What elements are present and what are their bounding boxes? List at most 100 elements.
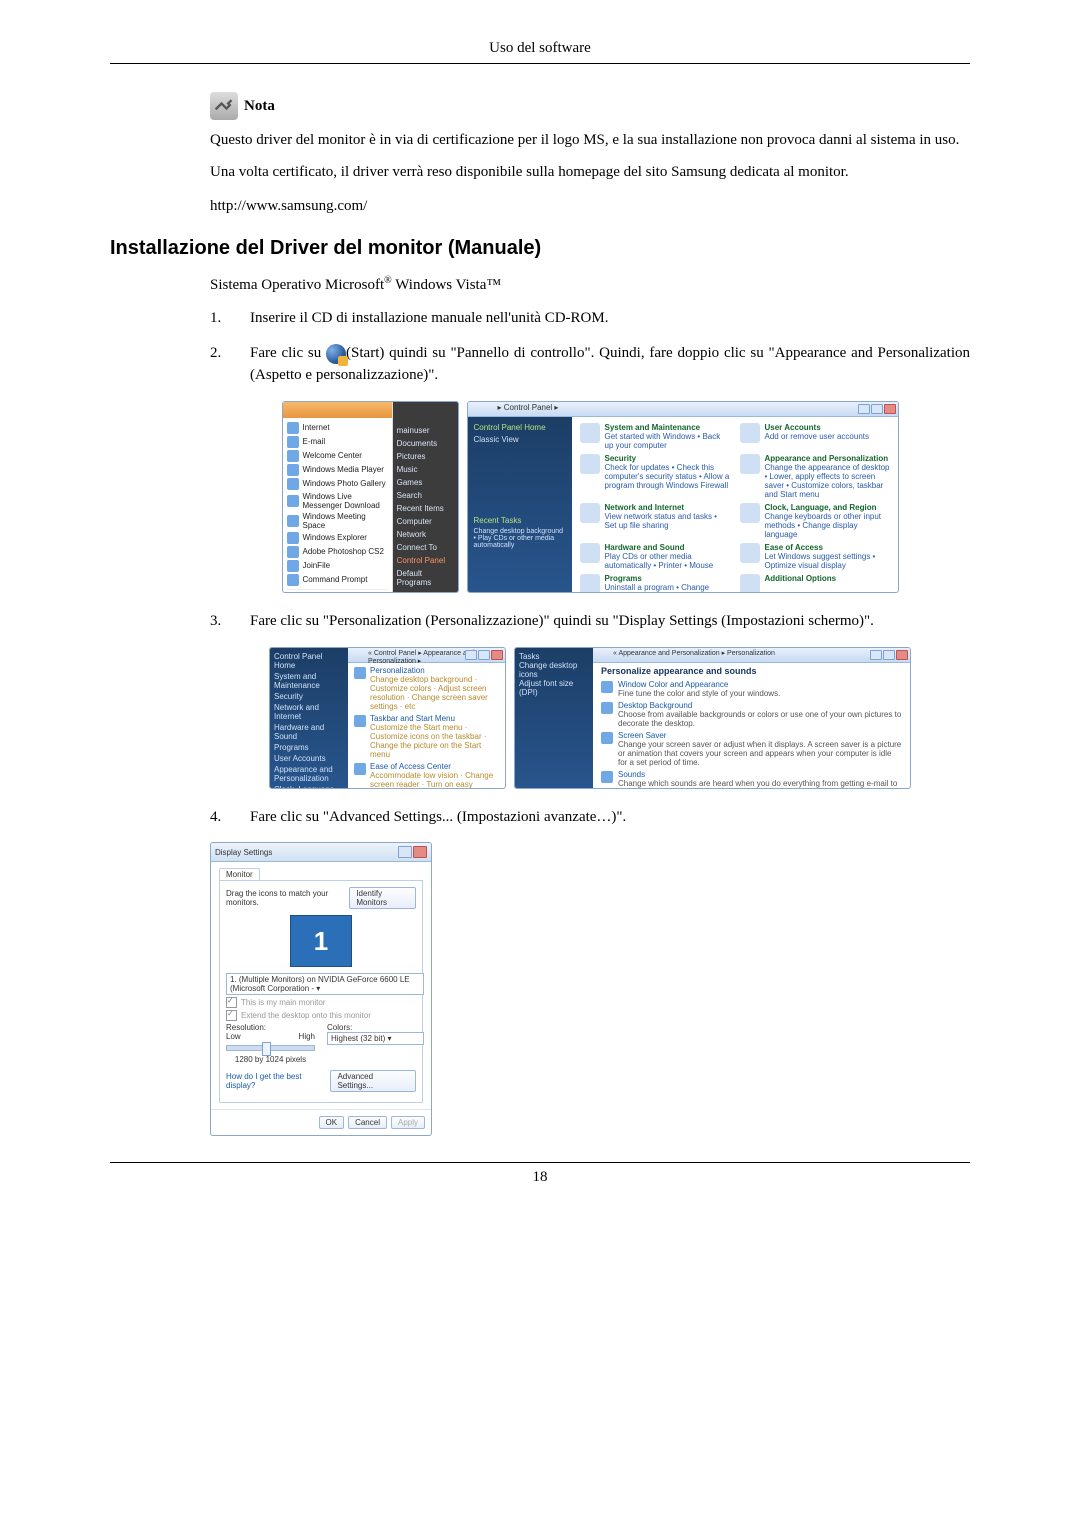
fig1-start-menu: InternetE-mailWelcome CenterWindows Medi…: [282, 401, 459, 593]
footer-rule: [110, 1162, 970, 1163]
res-high: High: [299, 1032, 315, 1041]
step-4-num: 4.: [210, 807, 230, 829]
identify-monitors-button[interactable]: Identify Monitors: [349, 887, 416, 909]
page-header: Uso del software: [110, 40, 970, 57]
ds-title: Display Settings: [215, 848, 272, 857]
appearance-side-item[interactable]: Programs: [274, 743, 344, 752]
resolution-label: Resolution:: [226, 1023, 315, 1032]
colors-dropdown[interactable]: Highest (32 bit) ▾: [327, 1032, 424, 1045]
start-menu-item[interactable]: E-mail: [287, 435, 388, 449]
start-right-item[interactable]: Default Programs: [397, 567, 454, 589]
start-right-item[interactable]: Games: [397, 476, 454, 489]
start-menu-item[interactable]: Command Prompt: [287, 573, 388, 587]
start-right-item[interactable]: Music: [397, 463, 454, 476]
cp-category[interactable]: Appearance and PersonalizationChange the…: [740, 454, 890, 499]
fig1-control-panel: ▸ Control Panel ▸ Control Panel Home Cla…: [467, 401, 899, 593]
step-2-pre: Fare clic su: [250, 345, 326, 361]
cp-classic: Classic View: [474, 435, 566, 444]
start-right-item[interactable]: Network: [397, 528, 454, 541]
appearance-side-item[interactable]: Security: [274, 692, 344, 701]
personalization-side-item[interactable]: Change desktop icons: [519, 661, 589, 679]
cp-category[interactable]: SecurityCheck for updates • Check this c…: [580, 454, 730, 499]
cp-category[interactable]: Network and InternetView network status …: [580, 503, 730, 539]
start-right-item[interactable]: Control Panel: [397, 554, 454, 567]
start-menu-item[interactable]: JoinFile: [287, 559, 388, 573]
registered-mark: ®: [384, 275, 392, 286]
monitor-dropdown[interactable]: 1. (Multiple Monitors) on NVIDIA GeForce…: [226, 973, 424, 995]
cancel-button[interactable]: Cancel: [348, 1116, 387, 1129]
cp-home: Control Panel Home: [474, 423, 566, 432]
start-right-item[interactable]: Documents: [397, 437, 454, 450]
start-right-item[interactable]: Computer: [397, 515, 454, 528]
step-3-text: Fare clic su "Personalization (Personali…: [250, 611, 970, 633]
step-4-text: Fare clic su "Advanced Settings... (Impo…: [250, 807, 970, 829]
step-3-num: 3.: [210, 611, 230, 633]
pz2-title: Personalize appearance and sounds: [601, 666, 902, 676]
samsung-url: http://www.samsung.com/: [210, 198, 970, 215]
appearance-side-item[interactable]: Hardware and Sound: [274, 723, 344, 741]
main-monitor-checkbox[interactable]: [226, 997, 237, 1008]
apply-button[interactable]: Apply: [391, 1116, 425, 1129]
personalization-side-item[interactable]: Tasks: [519, 652, 589, 661]
start-right-item[interactable]: Help and Support: [397, 589, 454, 593]
fig2-appearance: Control Panel Home System and Maintenance…: [269, 647, 506, 789]
start-right-item[interactable]: mainuser: [397, 424, 454, 437]
extend-desktop-checkbox[interactable]: [226, 1010, 237, 1021]
personalization-side-item[interactable]: Adjust font size (DPI): [519, 679, 589, 697]
start-menu-item[interactable]: Windows Explorer: [287, 531, 388, 545]
start-right-item[interactable]: Recent Items: [397, 502, 454, 515]
cp-category[interactable]: Clock, Language, and RegionChange keyboa…: [740, 503, 890, 539]
chk2-label: Extend the desktop onto this monitor: [241, 1011, 371, 1020]
cp-category[interactable]: ProgramsUninstall a program • Change sta…: [580, 574, 730, 593]
cp-category[interactable]: User AccountsAdd or remove user accounts: [740, 423, 890, 450]
personalization-item[interactable]: Window Color and AppearanceFine tune the…: [601, 680, 902, 698]
start-right-item[interactable]: Search: [397, 489, 454, 502]
os-suffix: Windows Vista™: [392, 277, 501, 293]
start-menu-item[interactable]: Welcome Center: [287, 449, 388, 463]
start-menu-item[interactable]: Windows Live Messenger Download: [287, 491, 388, 511]
appearance-item[interactable]: PersonalizationChange desktop background…: [354, 666, 499, 711]
resolution-slider[interactable]: [226, 1045, 315, 1051]
personalization-item[interactable]: Screen SaverChange your screen saver or …: [601, 731, 902, 767]
cp-category[interactable]: System and MaintenanceGet started with W…: [580, 423, 730, 450]
fig2r-breadcrumb: « Appearance and Personalization ▸ Perso…: [613, 649, 775, 657]
personalization-item[interactable]: Desktop BackgroundChoose from available …: [601, 701, 902, 728]
advanced-settings-button[interactable]: Advanced Settings...: [330, 1070, 416, 1092]
ok-button[interactable]: OK: [319, 1116, 345, 1129]
cp-recent-sub: Change desktop background • Play CDs or …: [474, 528, 566, 549]
note-paragraph-1: Questo driver del monitor è in via di ce…: [210, 130, 970, 152]
start-menu-item[interactable]: Windows Meeting Space: [287, 511, 388, 531]
appearance-side-item[interactable]: Appearance and Personalization: [274, 765, 344, 783]
note-icon: [210, 92, 238, 120]
section-heading: Installazione del Driver del monitor (Ma…: [110, 237, 970, 260]
appearance-side-item[interactable]: User Accounts: [274, 754, 344, 763]
start-menu-item[interactable]: Adobe Photoshop CS2: [287, 545, 388, 559]
appearance-side-item[interactable]: System and Maintenance: [274, 672, 344, 690]
personalization-item[interactable]: SoundsChange which sounds are heard when…: [601, 770, 902, 789]
note-label: Nota: [244, 98, 275, 115]
start-right-item[interactable]: Connect To: [397, 541, 454, 554]
header-rule: [110, 63, 970, 64]
colors-label: Colors:: [327, 1023, 416, 1032]
start-menu-item[interactable]: Internet: [287, 421, 388, 435]
chk1-label: This is my main monitor: [241, 998, 325, 1007]
appearance-side-item[interactable]: Clock, Language, and Region: [274, 785, 344, 789]
cp-category[interactable]: Additional Options: [740, 574, 890, 593]
best-display-link[interactable]: How do I get the best display?: [226, 1072, 330, 1090]
appearance-item[interactable]: Taskbar and Start MenuCustomize the Star…: [354, 714, 499, 759]
fig2-personalization: TasksChange desktop iconsAdjust font siz…: [514, 647, 911, 789]
start-menu-item[interactable]: Windows Media Player: [287, 463, 388, 477]
res-low: Low: [226, 1032, 241, 1041]
start-right-item[interactable]: Pictures: [397, 450, 454, 463]
cp-breadcrumb: ▸ Control Panel ▸: [498, 403, 559, 412]
cp-category[interactable]: Ease of AccessLet Windows suggest settin…: [740, 543, 890, 570]
ds-tab-monitor[interactable]: Monitor: [219, 868, 260, 881]
appearance-side-item[interactable]: Control Panel Home: [274, 652, 344, 670]
start-menu-item[interactable]: Windows Photo Gallery: [287, 477, 388, 491]
start-orb-icon: [326, 344, 346, 364]
cp-category[interactable]: Hardware and SoundPlay CDs or other medi…: [580, 543, 730, 570]
page-number: 18: [110, 1169, 970, 1186]
step-1-text: Inserire il CD di installazione manuale …: [250, 308, 970, 330]
appearance-side-item[interactable]: Network and Internet: [274, 703, 344, 721]
appearance-item[interactable]: Ease of Access CenterAccommodate low vis…: [354, 762, 499, 789]
